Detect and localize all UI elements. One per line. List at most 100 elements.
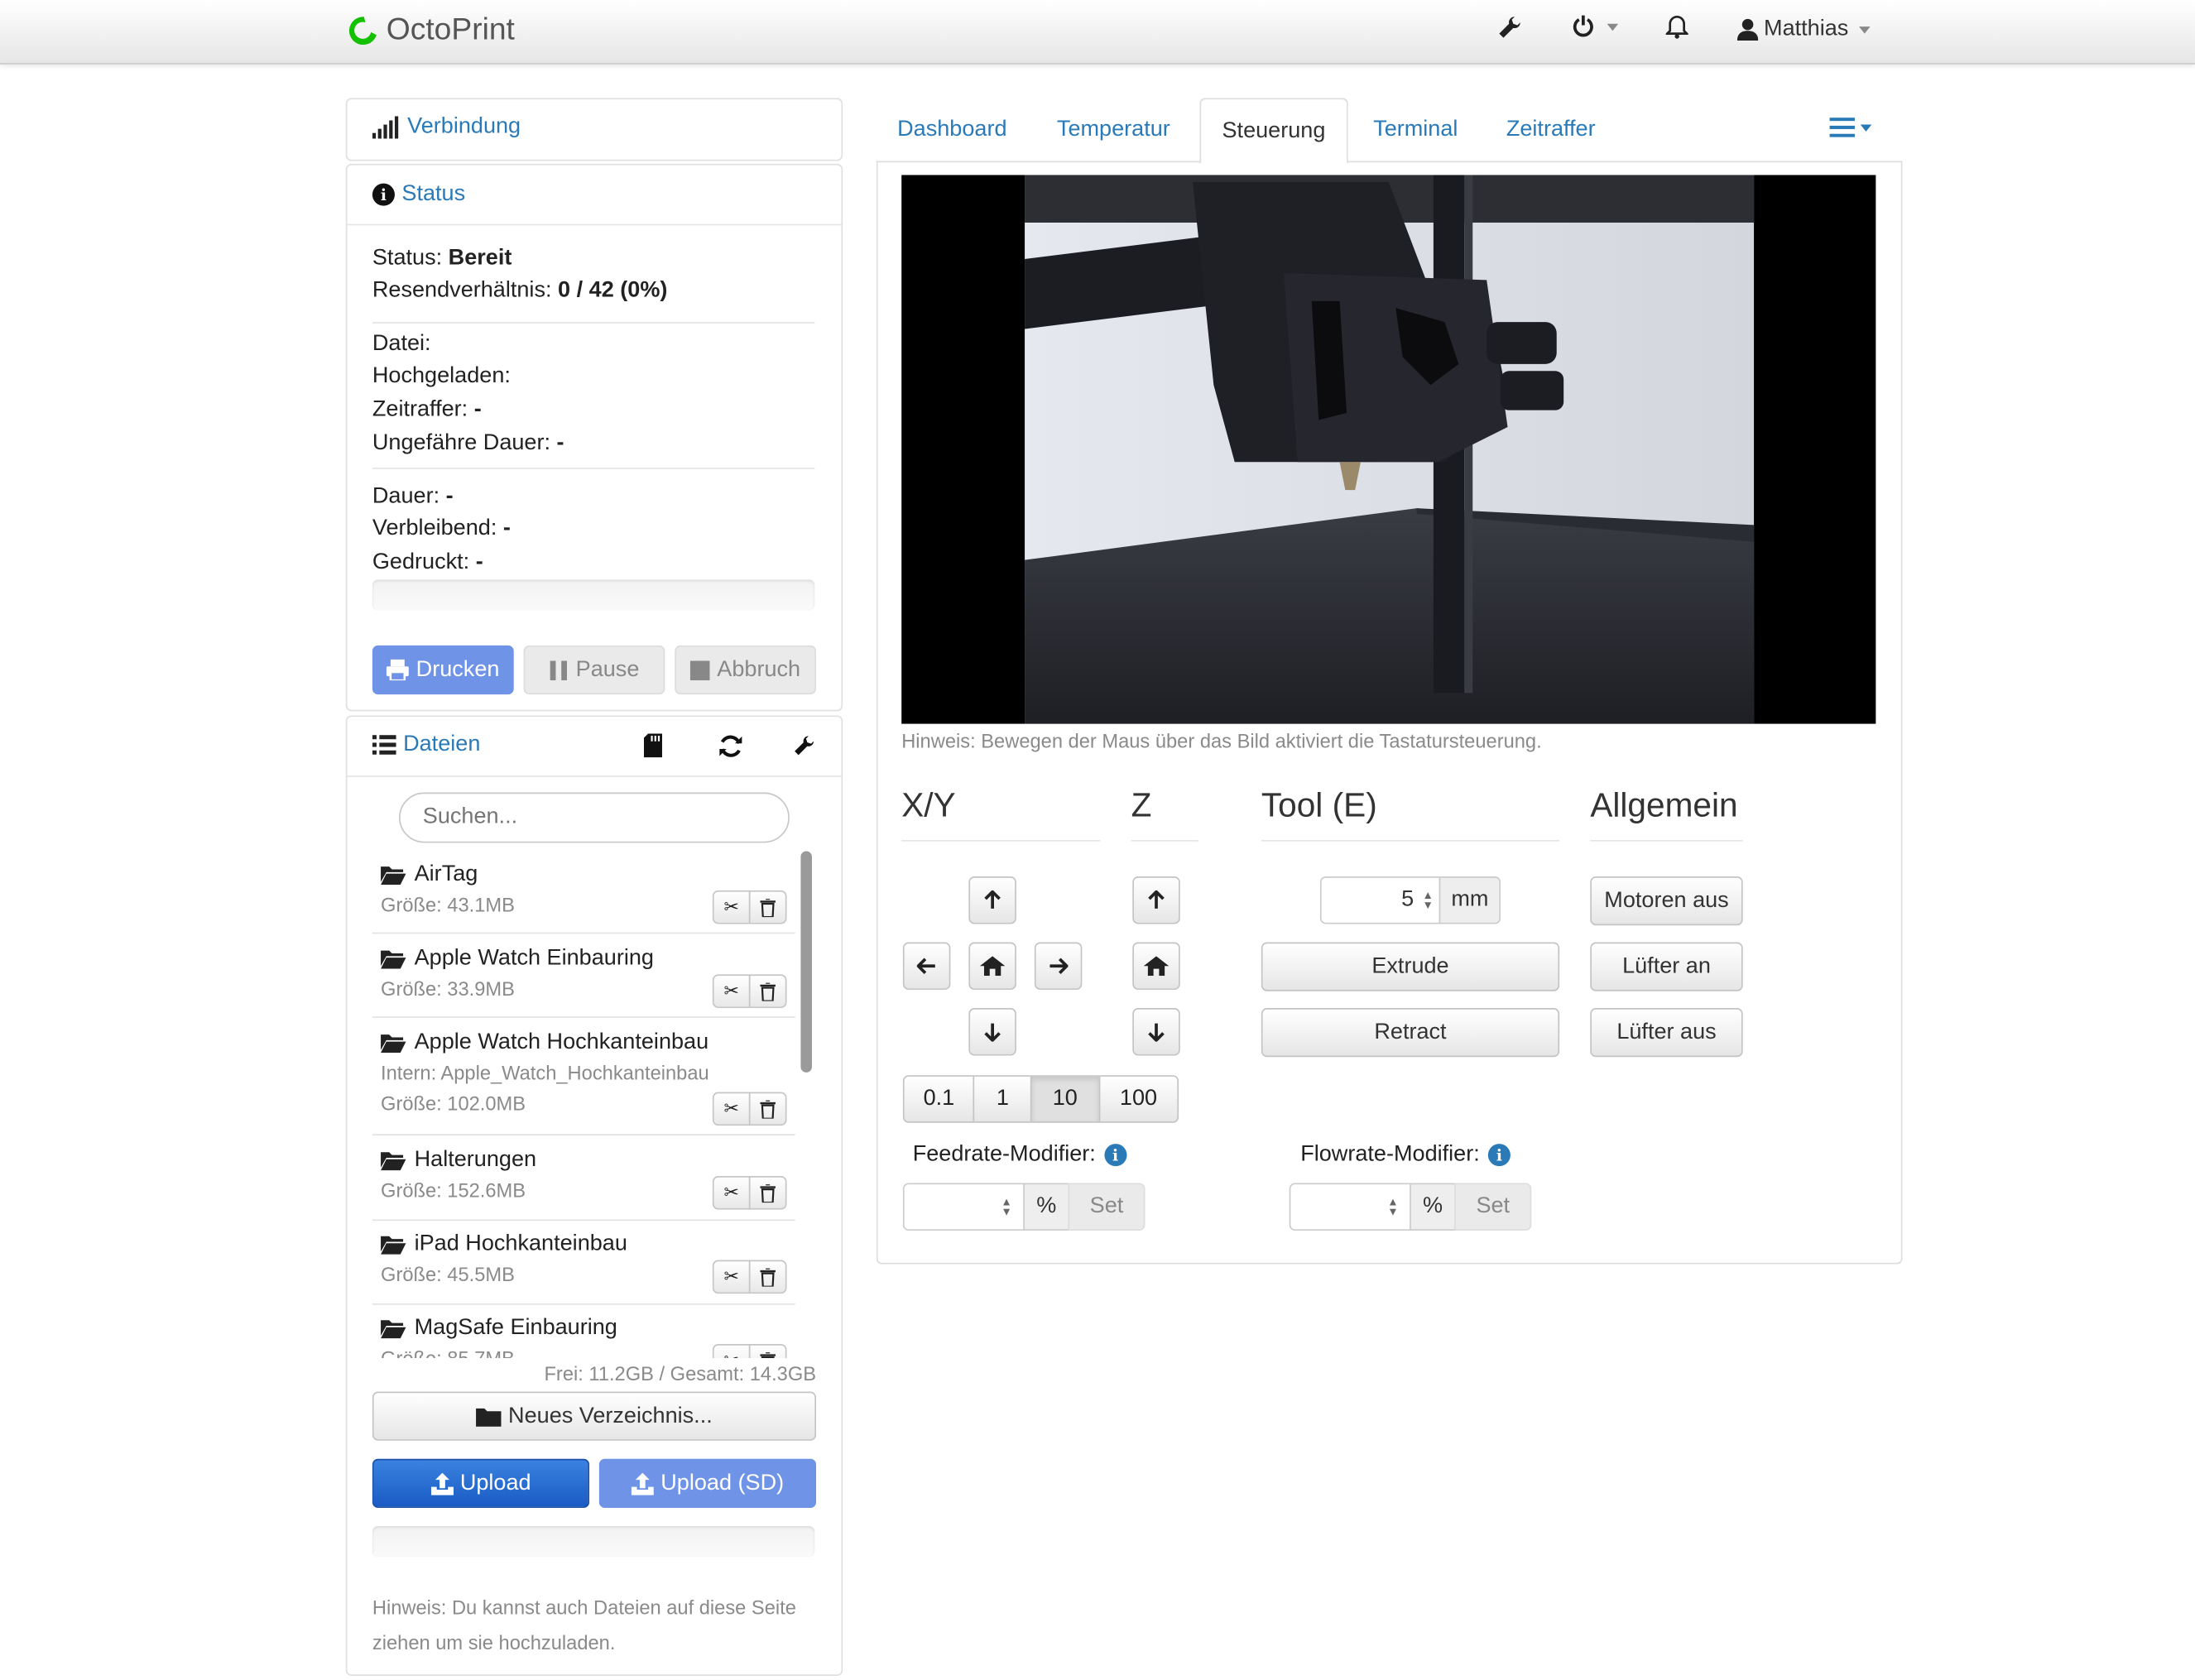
folder-open-icon [381,1320,406,1339]
delete-file-button[interactable] [748,1092,787,1126]
files-settings-wrench-icon[interactable] [791,733,816,758]
pause-button[interactable]: Pause [523,645,665,695]
move-file-button[interactable]: ✂ [712,1176,751,1210]
move-file-button[interactable]: ✂ [712,1092,751,1126]
jog-y-plus-button[interactable] [968,876,1016,924]
jog-z-plus-button[interactable] [1132,876,1180,924]
file-list[interactable]: AirTag Größe: 43.1MB ✂ Apple Watch Einba… [347,848,809,1358]
home-xy-button[interactable] [968,942,1016,991]
feedrate-set-button[interactable]: Set [1068,1183,1146,1231]
folder-icon [476,1408,502,1426]
hamburger-icon [1829,118,1855,137]
delete-file-button[interactable] [748,1344,787,1358]
trash-icon [760,1183,776,1202]
scissors-icon: ✂ [723,980,739,1001]
storage-info: Frei: 11.2GB / Gesamt: 14.3GB [544,1362,817,1385]
webcam-hint: Hinweis: Bewegen der Maus über das Bild … [901,729,1542,752]
arrow-up-icon [1148,890,1165,909]
scissors-icon: ✂ [723,1350,738,1358]
user-menu[interactable]: Matthias [1736,17,1871,41]
tab-control[interactable]: Steuerung [1199,98,1348,164]
settings-wrench-icon[interactable] [1495,14,1523,42]
list-icon [372,735,396,755]
flowrate-set-button[interactable]: Set [1454,1183,1532,1231]
print-time-line: Dauer: - [372,484,454,509]
file-search-input[interactable] [399,792,790,843]
webcam-image [1025,175,1755,724]
brand[interactable]: OctoPrint [347,12,515,48]
delete-file-button[interactable] [748,1176,787,1210]
scissors-icon: ✂ [723,1265,739,1287]
tab-temperature[interactable]: Temperatur [1036,98,1192,162]
refresh-icon[interactable] [718,733,743,758]
delete-file-button[interactable] [748,974,787,1009]
tool-heading: Tool (E) [1261,786,1377,825]
scissors-icon: ✂ [723,1181,739,1203]
print-button[interactable]: Drucken [372,645,514,695]
feedrate-label: Feedrate-Modifier: i [913,1142,1127,1167]
arrow-up-icon [984,890,1001,909]
new-folder-button[interactable]: Neues Verzeichnis... [372,1391,817,1441]
fan-off-button[interactable]: Lüfter aus [1590,1008,1743,1058]
files-toggle[interactable]: Dateien [372,732,480,757]
home-icon [979,956,1006,977]
folder-open-icon [381,1152,406,1171]
move-file-button[interactable]: ✂ [712,890,751,924]
extrude-unit-addon: mm [1439,876,1501,924]
move-file-button[interactable]: ✂ [712,974,751,1009]
trash-icon [760,1267,776,1286]
tab-dashboard[interactable]: Dashboard [877,98,1028,162]
home-z-button[interactable] [1132,942,1180,991]
delete-file-button[interactable] [748,890,787,924]
delete-file-button[interactable] [748,1260,787,1294]
fan-on-button[interactable]: Lüfter an [1590,942,1743,991]
bell-icon[interactable] [1665,14,1688,39]
sd-card-icon[interactable] [643,733,662,758]
motors-off-button[interactable]: Motoren aus [1590,876,1743,926]
feedrate-input[interactable]: ▲ ▼ [902,1183,1025,1231]
tabs-overflow-menu[interactable] [1829,118,1872,137]
printed-line: Gedruckt: - [372,550,483,574]
general-heading: Allgemein [1590,786,1738,825]
info-icon[interactable]: i [1487,1144,1511,1167]
connection-title: Verbindung [407,114,521,139]
user-icon [1736,18,1759,41]
arrow-down-icon [1148,1023,1165,1042]
upload-icon [430,1471,454,1495]
arrow-right-icon [1049,958,1069,975]
resend-ratio-line: Resendverhältnis: 0 / 42 (0%) [372,278,668,303]
jog-x-minus-button[interactable] [902,942,951,991]
flowrate-percent-addon: % [1410,1183,1456,1231]
step-10-button[interactable]: 10 [1031,1076,1100,1122]
tab-timelapse[interactable]: Zeitraffer [1485,98,1616,162]
step-100-button[interactable]: 100 [1100,1077,1178,1121]
jog-x-plus-button[interactable] [1034,942,1083,991]
upload-progress-bar [372,1525,815,1558]
file-list-scrollbar[interactable] [800,851,812,1073]
info-icon[interactable]: i [1103,1144,1127,1167]
tab-terminal[interactable]: Terminal [1352,98,1479,162]
jog-y-minus-button[interactable] [968,1008,1016,1056]
jog-z-minus-button[interactable] [1132,1008,1180,1056]
trash-icon [760,1099,776,1118]
power-menu-icon[interactable] [1571,14,1619,39]
extrude-amount-input[interactable]: 5 ▲ ▼ [1319,876,1441,924]
extrude-button[interactable]: Extrude [1261,942,1560,991]
webcam-stream[interactable] [901,175,1876,724]
move-file-button[interactable]: ✂ [712,1344,751,1358]
flowrate-input[interactable]: ▲ ▼ [1289,1183,1411,1231]
xy-heading: X/Y [901,786,956,825]
step-1-button[interactable]: 1 [975,1076,1032,1122]
connection-toggle[interactable]: Verbindung [372,115,521,140]
upload-button[interactable]: Upload [372,1458,590,1508]
status-toggle[interactable]: i Status [372,182,465,207]
cancel-button[interactable]: Abbruch [675,645,817,695]
move-file-button[interactable]: ✂ [712,1260,751,1294]
retract-button[interactable]: Retract [1261,1008,1560,1058]
arrow-down-icon [984,1023,1001,1042]
info-icon: i [372,183,395,206]
upload-sd-button[interactable]: Upload (SD) [598,1458,817,1508]
folder-open-icon [381,1236,406,1255]
flowrate-label: Flowrate-Modifier: i [1300,1142,1511,1167]
step-0-1-button[interactable]: 0.1 [905,1076,975,1122]
